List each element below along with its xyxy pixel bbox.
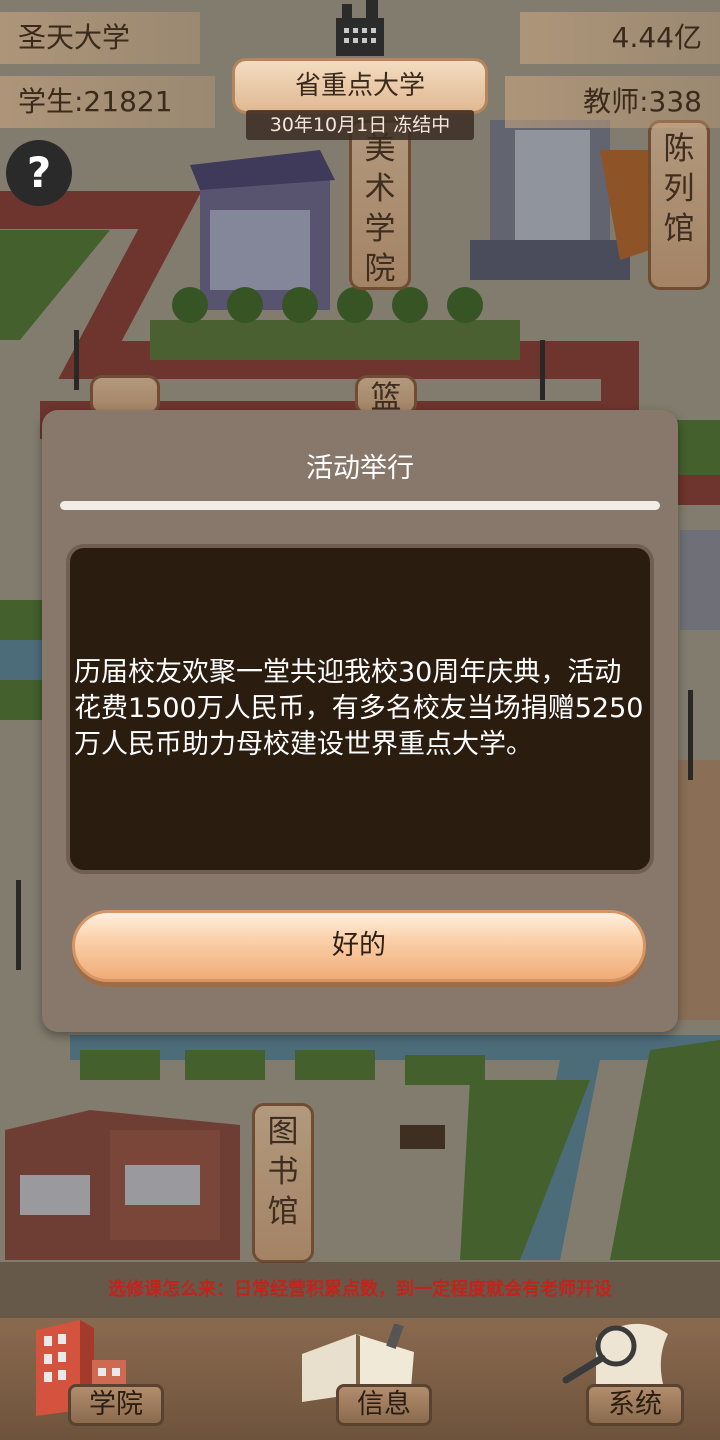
student-count: 学生:21821 — [0, 76, 215, 128]
dialog-message: 历届校友欢聚一堂共迎我校30周年庆典，活动花费1500万人民币，有多名校友当场捐… — [74, 657, 644, 760]
help-button[interactable]: ? — [6, 140, 72, 206]
dialog-message-box: 历届校友欢聚一堂共迎我校30周年庆典，活动花费1500万人民币，有多名校友当场捐… — [66, 544, 654, 874]
nav-info-label: 信息 — [336, 1384, 432, 1426]
money-counter: 4.44亿 — [520, 12, 720, 64]
school-name: 圣天大学 — [0, 12, 200, 64]
teacher-count: 教师:338 — [505, 76, 720, 128]
university-building-icon — [336, 0, 384, 56]
tip-ticker: 选修课怎么来：日常经营积累点数，到一定程度就会有老师开设 — [0, 1262, 720, 1318]
nav-colleges-label: 学院 — [68, 1384, 164, 1426]
dialog-divider — [60, 501, 660, 510]
confirm-button[interactable]: 好的 — [72, 910, 646, 982]
dialog-title: 活动举行 — [306, 453, 414, 484]
nav-system-label: 系统 — [586, 1384, 684, 1426]
question-icon: ? — [26, 148, 52, 197]
bottom-nav: 学院 信息 系统 — [0, 1318, 720, 1440]
game-date-status: 30年10月1日 冻结中 — [246, 110, 474, 140]
event-dialog: 活动举行 历届校友欢聚一堂共迎我校30周年庆典，活动花费1500万人民币，有多名… — [42, 410, 678, 1032]
university-rank-title: 省重点大学 — [232, 58, 488, 114]
